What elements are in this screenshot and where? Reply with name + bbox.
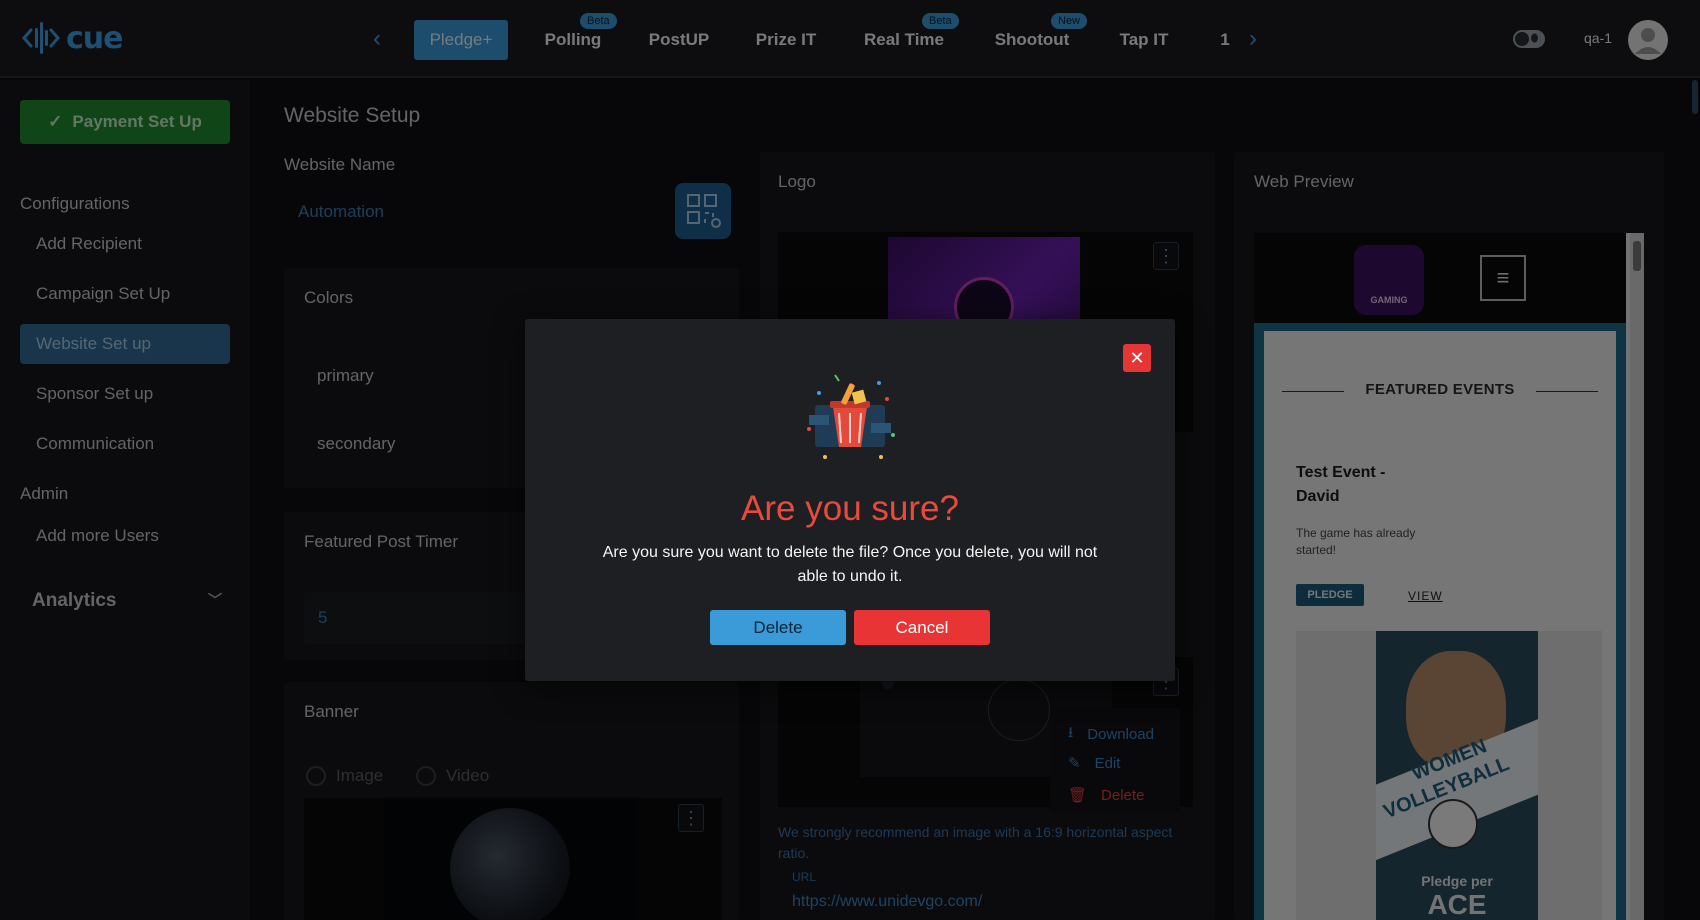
- app-root: cue ‹ Pledge+ Beta Polling PostUP Prize …: [0, 0, 1700, 920]
- close-icon[interactable]: ✕: [1123, 344, 1151, 372]
- cancel-button[interactable]: Cancel: [854, 610, 990, 645]
- trash-can-illustration: [807, 374, 895, 459]
- dialog-title: Are you sure?: [741, 489, 959, 528]
- confirm-delete-button[interactable]: Delete: [710, 610, 846, 645]
- dialog-message: Are you sure you want to delete the file…: [602, 544, 1098, 585]
- confirm-delete-dialog: ✕ Are you sure? Are you sure you want to…: [525, 319, 1175, 681]
